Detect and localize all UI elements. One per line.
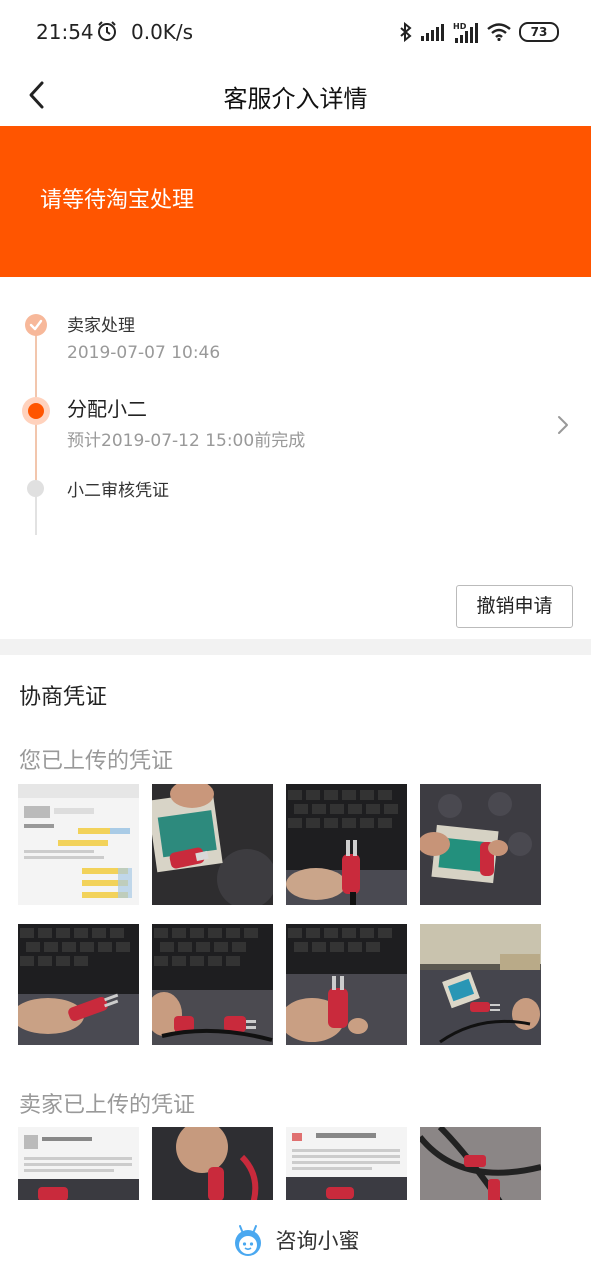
my-evidence-image[interactable] — [286, 924, 407, 1045]
step-assign-eta: 预计2019-07-12 15:00前完成 — [67, 431, 306, 451]
my-evidence-image[interactable] — [420, 784, 541, 905]
my-evidence-image[interactable] — [152, 784, 273, 905]
my-evidence-image[interactable] — [152, 924, 273, 1045]
step-seller-title: 卖家处理 — [67, 316, 135, 336]
svg-text:HD: HD — [453, 22, 467, 31]
step-seller-time: 2019-07-07 10:46 — [67, 343, 221, 363]
my-evidence-image[interactable] — [420, 924, 541, 1045]
step-assign-title[interactable]: 分配小二 — [67, 393, 147, 422]
step-done-check-icon — [25, 314, 47, 336]
evidence-title: 协商凭证 — [19, 685, 108, 710]
revoke-request-button[interactable]: 撤销申请 — [456, 585, 573, 628]
step-pending-dot-icon — [27, 480, 44, 497]
nav-bar: 客服介入详情 — [0, 64, 591, 126]
status-icons: HD 73 — [399, 20, 559, 44]
step-review-title: 小二审核凭证 — [67, 481, 169, 501]
my-evidence-image[interactable] — [18, 784, 139, 905]
status-banner: 请等待淘宝处理 — [0, 126, 591, 277]
seller-evidence-label: 卖家已上传的凭证 — [19, 1093, 196, 1118]
alarm-icon — [98, 21, 116, 41]
status-bar: 21:54 0.0K/s HD 73 — [0, 0, 591, 64]
battery-icon: 73 — [519, 22, 559, 42]
progress-timeline: 卖家处理 2019-07-07 10:46 分配小二 预计2019-07-12 … — [0, 277, 591, 639]
consult-assistant-label: 咨询小蜜 — [275, 1229, 360, 1253]
bluetooth-icon — [400, 22, 412, 42]
seller-evidence-image[interactable] — [152, 1127, 273, 1200]
hd-signal-icon: HD — [453, 22, 478, 43]
my-evidence-image[interactable] — [18, 924, 139, 1045]
step-active-dot-icon — [22, 397, 50, 425]
seller-evidence-image[interactable] — [420, 1127, 541, 1200]
my-evidence-image[interactable] — [286, 784, 407, 905]
seller-evidence-image[interactable] — [18, 1127, 139, 1200]
evidence-section: 协商凭证 您已上传的凭证 卖家已上传的凭证 — [0, 655, 591, 1200]
consult-assistant-bar[interactable]: 咨询小蜜 — [0, 1200, 591, 1280]
banner-text: 请等待淘宝处理 — [40, 188, 195, 213]
page-title: 客服介入详情 — [223, 85, 368, 113]
xiaomi-assistant-icon — [234, 1225, 261, 1256]
seller-evidence-image[interactable] — [286, 1127, 407, 1200]
section-divider — [0, 639, 591, 655]
status-net-speed: 0.0K/s — [131, 20, 194, 44]
my-evidence-label: 您已上传的凭证 — [19, 749, 174, 774]
status-time: 21:54 — [36, 20, 94, 44]
signal-icon — [421, 24, 444, 41]
chevron-right-icon[interactable] — [556, 414, 570, 436]
wifi-icon — [487, 23, 511, 41]
